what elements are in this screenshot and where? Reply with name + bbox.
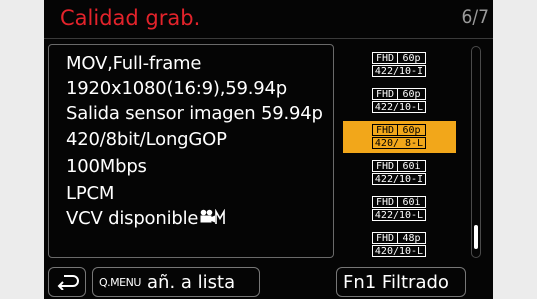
badge-resolution: FHD <box>372 88 398 100</box>
badge-resolution: FHD <box>372 196 398 208</box>
badge-codec: 420/ 8-L <box>372 137 426 149</box>
menu-title: Calidad grab. <box>60 6 201 30</box>
right-bezel <box>493 0 537 299</box>
qmenu-key-label: Q.MENU <box>99 276 141 289</box>
format-badge: FHD 60i 422/10-I <box>372 160 426 186</box>
add-to-list-label: añ. a lista <box>147 272 236 293</box>
filter-label: Fn1 Filtrado <box>343 272 449 293</box>
badge-codec: 422/10-I <box>372 173 426 185</box>
page-indicator: 6/7 <box>461 6 489 28</box>
camera-menu-screen: Calidad grab. 6/7 MOV,Full-frame 1920x10… <box>44 0 493 299</box>
info-audio: LPCM <box>66 183 115 204</box>
badge-codec: 422/10-L <box>372 209 426 221</box>
badge-resolution: FHD <box>372 124 398 136</box>
option-fhd-48p-420-10-l[interactable]: FHD 48p 420/10-L <box>343 229 456 261</box>
option-fhd-60p-422-10-l[interactable]: FHD 60p 422/10-L <box>343 85 456 117</box>
filter-button[interactable]: Fn1 Filtrado <box>336 267 466 297</box>
option-fhd-60i-422-10-i[interactable]: FHD 60i 422/10-I <box>343 157 456 189</box>
option-fhd-60p-420-8-l-selected[interactable]: FHD 60p 420/ 8-L <box>343 121 456 153</box>
info-format: MOV,Full-frame <box>66 53 202 74</box>
title-divider <box>44 38 493 39</box>
left-bezel <box>0 0 44 299</box>
format-badge: FHD 48p 420/10-L <box>372 232 426 258</box>
info-bitrate: 100Mbps <box>66 156 147 177</box>
back-button[interactable] <box>48 267 86 297</box>
badge-codec: 422/10-L <box>372 101 426 113</box>
badge-framerate: 60p <box>397 124 426 136</box>
vcv-label: VCV disponible <box>66 208 199 229</box>
badge-resolution: FHD <box>372 52 398 64</box>
return-arrow-icon <box>56 274 80 294</box>
movie-camera-m-icon <box>200 207 226 230</box>
badge-codec: 422/10-I <box>372 65 426 77</box>
format-badge: FHD 60i 422/10-L <box>372 196 426 222</box>
badge-framerate: 60i <box>397 196 426 208</box>
add-to-list-button[interactable]: Q.MENU añ. a lista <box>92 267 260 297</box>
recording-info-panel: MOV,Full-frame 1920x1080(16:9),59.94p Sa… <box>48 44 334 258</box>
format-badge: FHD 60p 422/10-L <box>372 88 426 114</box>
info-vcv: VCV disponible <box>66 207 226 230</box>
badge-framerate: 48p <box>397 232 426 244</box>
badge-framerate: 60i <box>397 160 426 172</box>
badge-resolution: FHD <box>372 160 398 172</box>
scrollbar-thumb[interactable] <box>474 225 478 249</box>
format-badge: FHD 60p 422/10-I <box>372 52 426 78</box>
option-fhd-60p-422-10-i[interactable]: FHD 60p 422/10-I <box>343 49 456 81</box>
info-resolution: 1920x1080(16:9),59.94p <box>66 78 288 99</box>
option-fhd-60i-422-10-l[interactable]: FHD 60i 422/10-L <box>343 193 456 225</box>
format-badge: FHD 60p 420/ 8-L <box>372 124 426 150</box>
badge-codec: 420/10-L <box>372 245 426 257</box>
badge-framerate: 60p <box>397 52 426 64</box>
info-codec: 420/8bit/LongGOP <box>66 129 227 150</box>
badge-framerate: 60p <box>397 88 426 100</box>
scrollbar[interactable] <box>471 46 481 258</box>
badge-resolution: FHD <box>372 232 398 244</box>
info-sensor-output: Salida sensor imagen 59.94p <box>66 103 323 124</box>
